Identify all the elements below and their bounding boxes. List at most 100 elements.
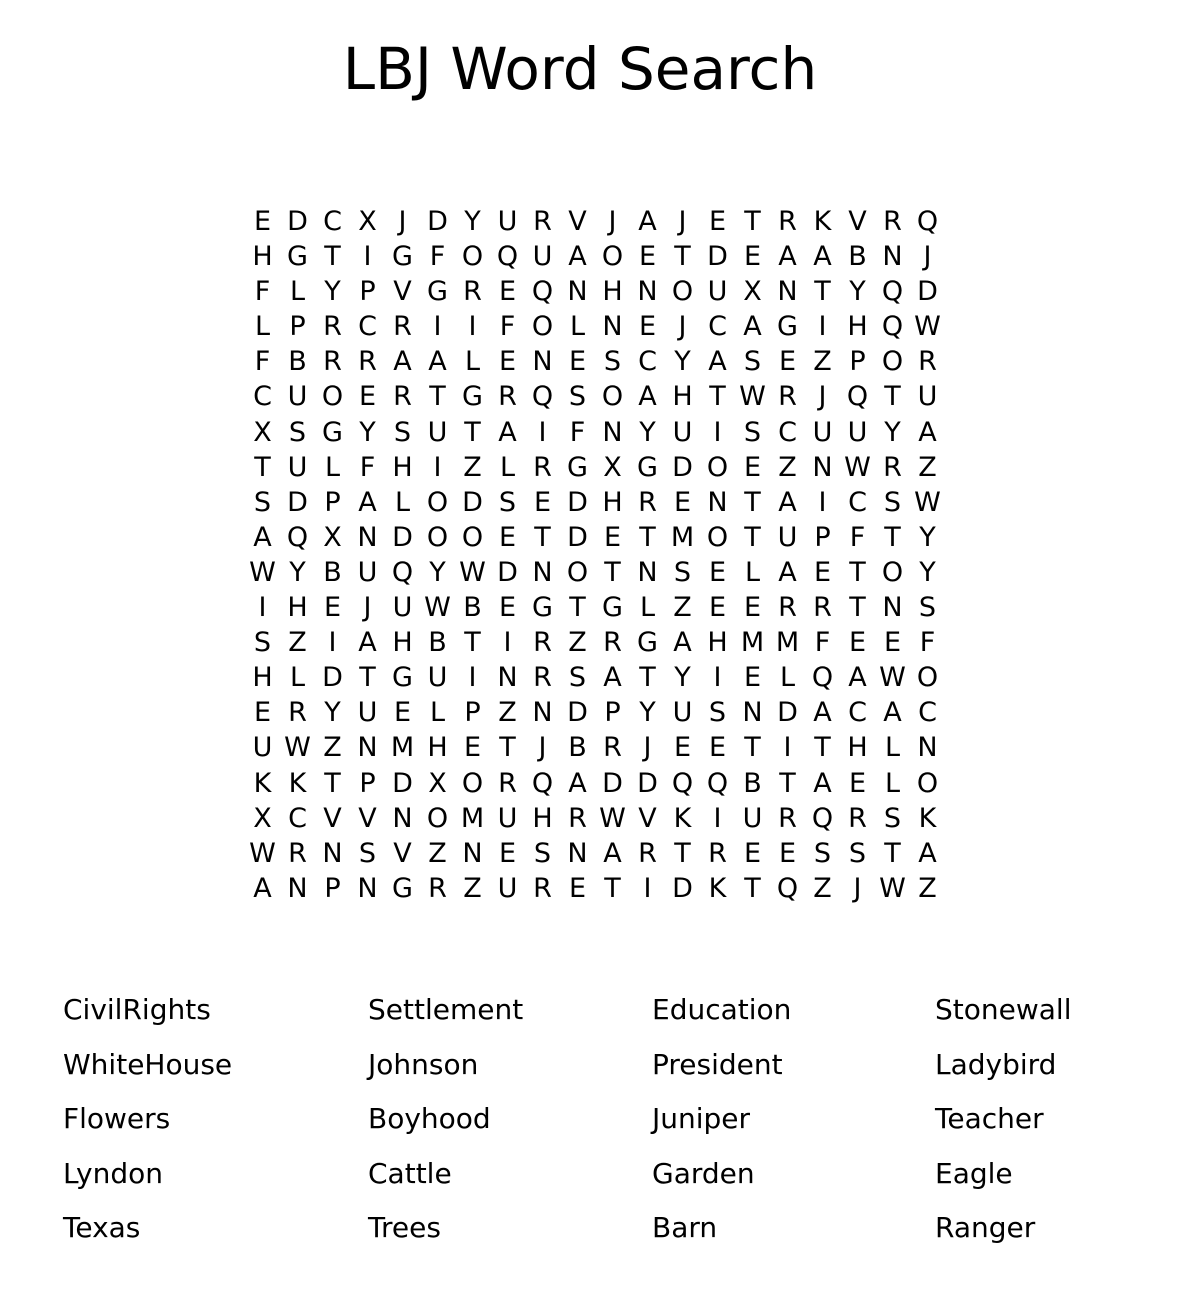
grid-cell[interactable]: E [455,730,490,765]
grid-cell[interactable]: E [700,730,735,765]
grid-cell[interactable]: E [665,485,700,520]
grid-cell[interactable]: C [350,309,385,344]
grid-cell[interactable]: Q [525,274,560,309]
grid-cell[interactable]: H [525,801,560,836]
grid-cell[interactable]: S [525,836,560,871]
grid-cell[interactable]: D [560,695,595,730]
grid-cell[interactable]: E [700,555,735,590]
grid-cell[interactable]: Z [665,590,700,625]
grid-cell[interactable]: S [350,836,385,871]
grid-cell[interactable]: B [735,766,770,801]
grid-cell[interactable]: S [840,836,875,871]
grid-cell[interactable]: D [490,555,525,590]
grid-cell[interactable]: T [735,485,770,520]
grid-cell[interactable]: O [700,520,735,555]
grid-cell[interactable]: R [700,836,735,871]
grid-cell[interactable]: D [280,485,315,520]
grid-cell[interactable]: O [420,801,455,836]
grid-cell[interactable]: Y [455,204,490,239]
grid-cell[interactable]: J [525,730,560,765]
grid-cell[interactable]: P [280,309,315,344]
grid-cell[interactable]: P [805,520,840,555]
grid-cell[interactable]: C [770,415,805,450]
grid-cell[interactable]: B [280,344,315,379]
grid-cell[interactable]: I [315,625,350,660]
grid-cell[interactable]: P [350,766,385,801]
grid-cell[interactable]: I [455,309,490,344]
grid-cell[interactable]: Q [525,379,560,414]
grid-cell[interactable]: H [700,625,735,660]
grid-cell[interactable]: T [875,836,910,871]
grid-cell[interactable]: J [385,204,420,239]
grid-cell[interactable]: Z [420,836,455,871]
grid-cell[interactable]: A [630,204,665,239]
grid-cell[interactable]: O [910,766,945,801]
grid-cell[interactable]: I [455,660,490,695]
grid-cell[interactable]: X [245,415,280,450]
grid-cell[interactable]: R [350,344,385,379]
grid-cell[interactable]: F [910,625,945,660]
grid-cell[interactable]: O [560,555,595,590]
grid-cell[interactable]: S [245,485,280,520]
grid-cell[interactable]: A [385,344,420,379]
grid-cell[interactable]: E [700,590,735,625]
grid-cell[interactable]: R [525,871,560,906]
grid-cell[interactable]: L [385,485,420,520]
grid-cell[interactable]: X [315,520,350,555]
grid-cell[interactable]: Z [280,625,315,660]
grid-cell[interactable]: I [700,660,735,695]
grid-cell[interactable]: T [350,660,385,695]
grid-cell[interactable]: A [910,415,945,450]
grid-cell[interactable]: P [315,871,350,906]
grid-cell[interactable]: N [875,590,910,625]
grid-cell[interactable]: E [630,309,665,344]
grid-cell[interactable]: W [245,555,280,590]
grid-cell[interactable]: T [595,555,630,590]
grid-cell[interactable]: F [350,450,385,485]
grid-cell[interactable]: O [595,239,630,274]
grid-cell[interactable]: R [385,379,420,414]
grid-cell[interactable]: G [385,239,420,274]
grid-cell[interactable]: N [910,730,945,765]
grid-cell[interactable]: K [805,204,840,239]
grid-cell[interactable]: U [735,801,770,836]
grid-cell[interactable]: N [595,309,630,344]
grid-cell[interactable]: W [840,450,875,485]
grid-cell[interactable]: E [770,836,805,871]
grid-cell[interactable]: E [490,590,525,625]
grid-cell[interactable]: T [875,379,910,414]
grid-cell[interactable]: J [805,379,840,414]
grid-cell[interactable]: Z [455,450,490,485]
grid-cell[interactable]: S [280,415,315,450]
grid-cell[interactable]: B [420,625,455,660]
grid-cell[interactable]: E [630,239,665,274]
grid-cell[interactable]: N [525,555,560,590]
grid-cell[interactable]: D [770,695,805,730]
grid-cell[interactable]: C [700,309,735,344]
grid-cell[interactable]: E [490,274,525,309]
grid-cell[interactable]: Y [350,415,385,450]
grid-cell[interactable]: H [840,730,875,765]
grid-cell[interactable]: K [245,766,280,801]
grid-cell[interactable]: K [700,871,735,906]
grid-cell[interactable]: A [350,485,385,520]
grid-cell[interactable]: L [315,450,350,485]
grid-cell[interactable]: N [490,660,525,695]
grid-cell[interactable]: D [420,204,455,239]
grid-cell[interactable]: U [245,730,280,765]
grid-cell[interactable]: T [805,274,840,309]
grid-cell[interactable]: N [700,485,735,520]
grid-cell[interactable]: M [665,520,700,555]
grid-cell[interactable]: T [805,730,840,765]
grid-cell[interactable]: S [595,344,630,379]
grid-cell[interactable]: S [665,555,700,590]
grid-cell[interactable]: C [840,485,875,520]
grid-cell[interactable]: E [245,695,280,730]
grid-cell[interactable]: A [490,415,525,450]
grid-cell[interactable]: L [420,695,455,730]
grid-cell[interactable]: T [630,520,665,555]
grid-cell[interactable]: D [910,274,945,309]
grid-cell[interactable]: N [735,695,770,730]
grid-cell[interactable]: F [245,274,280,309]
grid-cell[interactable]: O [315,379,350,414]
